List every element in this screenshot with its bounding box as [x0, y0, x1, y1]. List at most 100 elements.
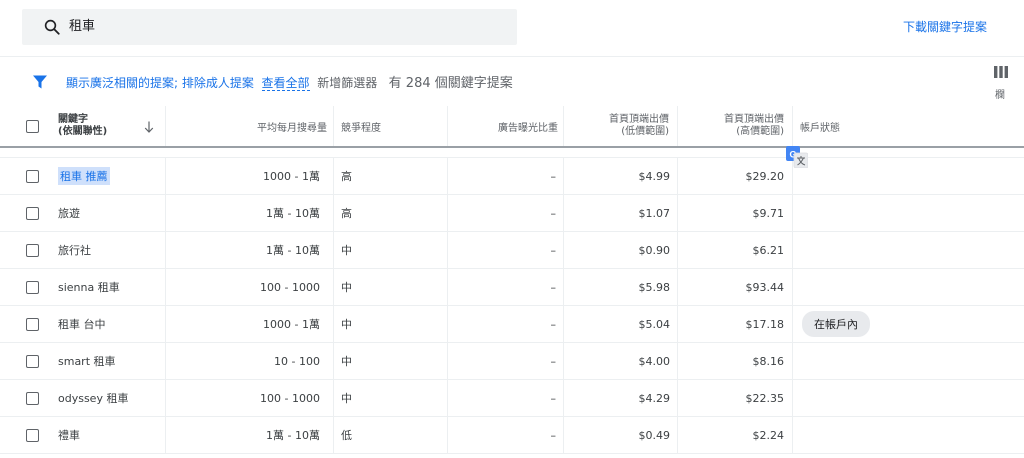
impression-share-cell: –	[550, 280, 557, 294]
table-row[interactable]: odyssey 租車 100 - 1000 中 – $4.29 $22.35	[0, 380, 1024, 417]
column-divider	[333, 232, 334, 268]
add-filter-button[interactable]: 新增篩選器	[317, 76, 377, 90]
column-divider	[677, 269, 678, 305]
impression-share-cell: –	[550, 317, 557, 331]
column-divider	[792, 417, 793, 453]
competition-cell: 高	[341, 170, 352, 183]
low-bid-cell: $4.29	[638, 391, 671, 405]
show-broad-filter[interactable]: 顯示廣泛相關的提案	[66, 76, 174, 90]
column-divider	[563, 195, 564, 231]
avg-searches-cell: 1000 - 1萬	[263, 170, 320, 183]
competition-cell: 高	[341, 207, 352, 220]
keyword-cell: 禮車	[58, 417, 163, 453]
column-divider	[563, 380, 564, 416]
avg-searches-cell: 10 - 100	[274, 354, 320, 368]
exclude-adult-filter[interactable]: 排除成人提案	[182, 76, 254, 90]
row-checkbox[interactable]	[26, 243, 39, 257]
table-row[interactable]: 租車 台中 1000 - 1萬 中 – $5.04 $17.18 在帳戶內	[0, 306, 1024, 343]
row-checkbox-cell	[26, 417, 42, 453]
column-divider	[333, 380, 334, 416]
column-divider	[563, 269, 564, 305]
view-all-link[interactable]: 查看全部	[261, 76, 310, 91]
sort-arrow-down-icon[interactable]	[144, 121, 154, 133]
header-checkbox-cell	[26, 106, 42, 146]
impression-share-cell: –	[550, 206, 557, 220]
status-badge[interactable]: 在帳戶內	[802, 311, 870, 337]
header-divider	[333, 106, 334, 146]
keyword-text[interactable]: 租車 推薦	[58, 167, 110, 185]
row-checkbox[interactable]	[26, 317, 39, 331]
keyword-text: 旅遊	[58, 207, 80, 220]
row-checkbox[interactable]	[26, 206, 39, 220]
row-checkbox[interactable]	[26, 169, 39, 183]
header-avg-searches[interactable]: 平均每月搜尋量	[170, 106, 327, 146]
search-box[interactable]: 租車	[22, 9, 517, 45]
column-divider	[165, 269, 166, 305]
avg-searches-cell: 1000 - 1萬	[263, 318, 320, 331]
table-row[interactable]: 禮車 1萬 - 10萬 低 – $0.49 $2.24	[0, 417, 1024, 454]
avg-searches-cell: 1萬 - 10萬	[266, 207, 320, 220]
low-bid-cell: $0.49	[638, 428, 671, 442]
keyword-cell: 租車 台中	[58, 306, 163, 342]
row-checkbox-cell	[26, 195, 42, 231]
table-row[interactable]: smart 租車 10 - 100 中 – $4.00 $8.16	[0, 343, 1024, 380]
header-keyword[interactable]: 關鍵字 (依關聯性)	[58, 106, 148, 146]
column-divider	[677, 158, 678, 194]
header-high-bid[interactable]: 首頁頂端出價 (高價範圍)	[682, 106, 784, 146]
header-competition[interactable]: 競爭程度	[341, 106, 441, 146]
high-bid-cell: $29.20	[745, 169, 785, 183]
low-bid-cell: $5.04	[638, 317, 671, 331]
keyword-text: 租車 台中	[58, 318, 106, 331]
high-bid-cell: $6.21	[752, 243, 785, 257]
row-checkbox[interactable]	[26, 354, 39, 368]
header-account-status[interactable]: 帳戶狀態	[800, 106, 920, 146]
table-header: 關鍵字 (依關聯性) 平均每月搜尋量 競爭程度 廣告曝光比重 首頁頂端出價 (低…	[0, 106, 1024, 148]
header-impression-share[interactable]: 廣告曝光比重	[452, 106, 558, 146]
keyword-text: sienna 租車	[58, 281, 120, 294]
column-divider	[447, 343, 448, 379]
avg-searches-cell: 1萬 - 10萬	[266, 429, 320, 442]
row-checkbox-cell	[26, 269, 42, 305]
competition-cell: 中	[341, 355, 352, 368]
column-divider	[792, 306, 793, 342]
keyword-cell: smart 租車	[58, 343, 163, 379]
columns-label[interactable]: 欄	[995, 86, 1005, 101]
search-query[interactable]: 租車	[69, 18, 95, 36]
header-keyword-label: 關鍵字	[58, 114, 88, 125]
account-status-cell: 在帳戶內	[802, 306, 922, 342]
impression-share-cell: –	[550, 428, 557, 442]
competition-cell: 中	[341, 318, 352, 331]
row-checkbox[interactable]	[26, 280, 39, 294]
select-all-checkbox[interactable]	[26, 119, 39, 133]
keyword-cell: 租車 推薦	[58, 158, 163, 194]
column-divider	[333, 343, 334, 379]
competition-cell: 低	[341, 429, 352, 442]
row-checkbox[interactable]	[26, 391, 39, 405]
translate-icon[interactable]: G	[786, 146, 808, 168]
table-row[interactable]: 租車 推薦 1000 - 1萬 高 – $4.99 $29.20	[0, 158, 1024, 195]
high-bid-cell: $2.24	[752, 428, 785, 442]
row-checkbox-cell	[26, 380, 42, 416]
row-checkbox-cell	[26, 306, 42, 342]
header-divider	[447, 106, 448, 146]
columns-icon[interactable]	[994, 66, 1008, 78]
header-low-bid[interactable]: 首頁頂端出價 (低價範圍)	[568, 106, 669, 146]
table-row[interactable]: 旅遊 1萬 - 10萬 高 – $1.07 $9.71	[0, 195, 1024, 232]
column-divider	[677, 232, 678, 268]
download-keywords-link[interactable]: 下載關鍵字提案	[903, 18, 987, 35]
column-divider	[165, 306, 166, 342]
column-divider	[333, 417, 334, 453]
keyword-text: odyssey 租車	[58, 392, 129, 405]
low-bid-cell: $4.99	[638, 169, 671, 183]
header-low-bid-label: 首頁頂端出價	[609, 114, 669, 125]
column-divider	[333, 306, 334, 342]
keyword-cell: 旅遊	[58, 195, 163, 231]
row-checkbox[interactable]	[26, 428, 39, 442]
filter-icon[interactable]	[32, 74, 48, 90]
impression-share-cell: –	[550, 354, 557, 368]
table-row[interactable]: sienna 租車 100 - 1000 中 – $5.98 $93.44	[0, 269, 1024, 306]
table-row[interactable]: 旅行社 1萬 - 10萬 中 – $0.90 $6.21	[0, 232, 1024, 269]
column-divider	[165, 195, 166, 231]
column-divider	[447, 232, 448, 268]
keyword-cell: 旅行社	[58, 232, 163, 268]
